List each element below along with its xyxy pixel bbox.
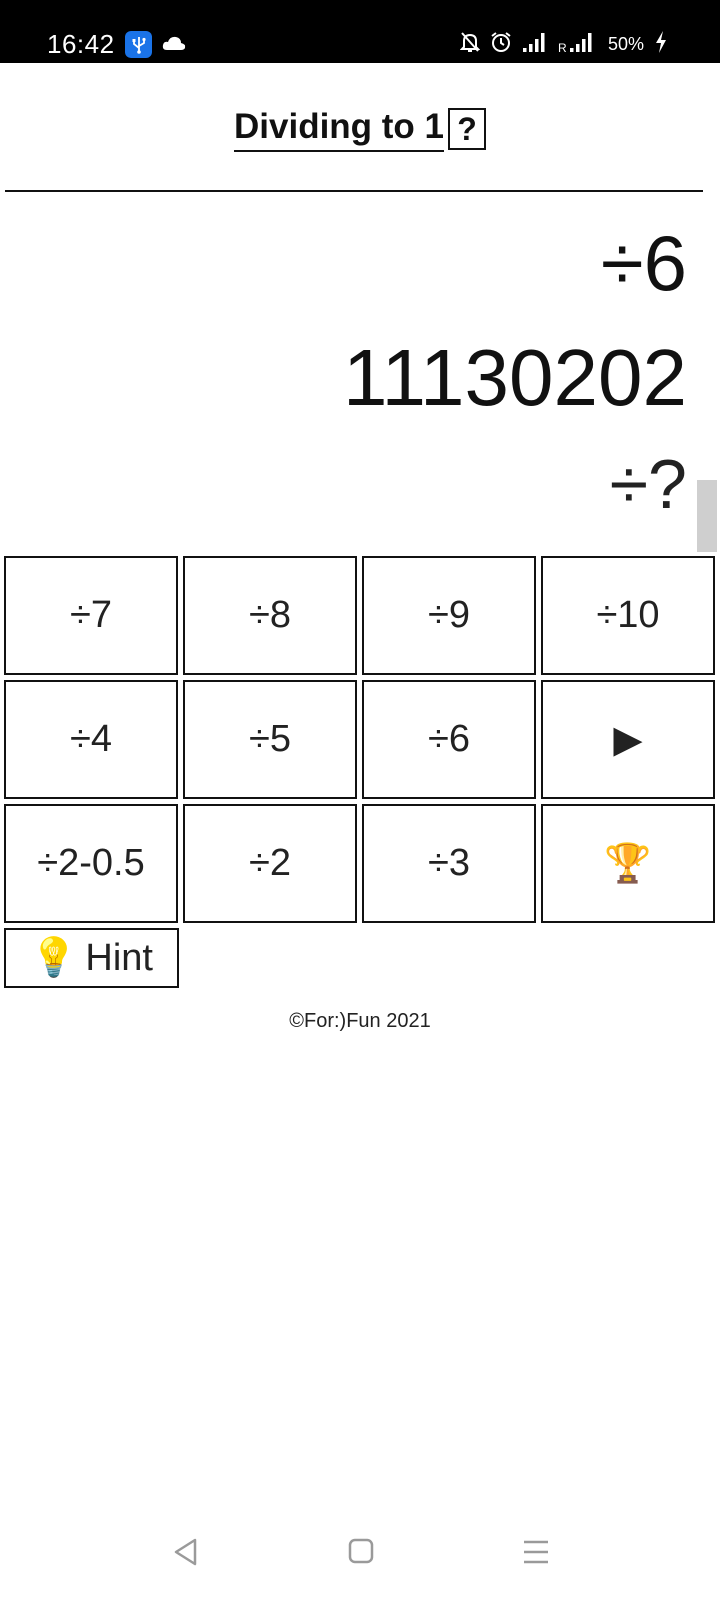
- cloud-icon: [162, 35, 186, 56]
- divide-9-button[interactable]: ÷9: [362, 556, 536, 675]
- status-time: 16:42: [47, 29, 115, 59]
- target-operation: ÷6: [600, 219, 687, 307]
- hint-label: Hint: [85, 936, 153, 979]
- header-divider: [5, 190, 703, 192]
- current-number: 11130202: [342, 333, 687, 422]
- status-bar: 16:42 R 50%: [0, 0, 720, 63]
- divide-2-minus-half-button[interactable]: ÷2-0.5: [4, 804, 178, 923]
- header: Dividing to 1 ?: [0, 105, 720, 152]
- alarm-icon: [490, 31, 512, 58]
- divide-7-button[interactable]: ÷7: [4, 556, 178, 675]
- home-icon[interactable]: [348, 1538, 374, 1569]
- svg-text:R: R: [558, 41, 567, 53]
- hint-button[interactable]: 💡 Hint: [4, 928, 179, 988]
- roaming-signal-icon: R: [558, 31, 596, 58]
- trophy-button[interactable]: 🏆: [541, 804, 715, 923]
- signal-icon: [522, 31, 548, 58]
- pending-operation: ÷?: [609, 445, 687, 523]
- divide-8-button[interactable]: ÷8: [183, 556, 357, 675]
- title-text: Dividing to 1: [234, 105, 444, 152]
- play-button[interactable]: ▶: [541, 680, 715, 799]
- scrollbar-thumb[interactable]: [697, 480, 717, 552]
- charging-icon: [654, 30, 668, 59]
- usb-icon: [125, 31, 152, 58]
- mute-icon: [459, 31, 481, 58]
- divide-6-button[interactable]: ÷6: [362, 680, 536, 799]
- divide-10-button[interactable]: ÷10: [541, 556, 715, 675]
- page-title: Dividing to 1 ?: [234, 105, 486, 152]
- navigation-bar: [0, 1530, 720, 1580]
- battery-level: 50%: [607, 33, 644, 54]
- divide-3-button[interactable]: ÷3: [362, 804, 536, 923]
- lightbulb-icon: 💡: [30, 937, 78, 979]
- keypad: ÷7 ÷8 ÷9 ÷10 ÷4 ÷5 ÷6 ▶ ÷2-0.5 ÷2 ÷3 🏆: [4, 556, 716, 923]
- divide-2-button[interactable]: ÷2: [183, 804, 357, 923]
- back-icon[interactable]: [173, 1537, 199, 1572]
- recents-icon[interactable]: [522, 1538, 550, 1571]
- divide-4-button[interactable]: ÷4: [4, 680, 178, 799]
- help-button[interactable]: ?: [448, 107, 486, 150]
- divide-5-button[interactable]: ÷5: [183, 680, 357, 799]
- copyright: ©For:)Fun 2021: [289, 1010, 431, 1032]
